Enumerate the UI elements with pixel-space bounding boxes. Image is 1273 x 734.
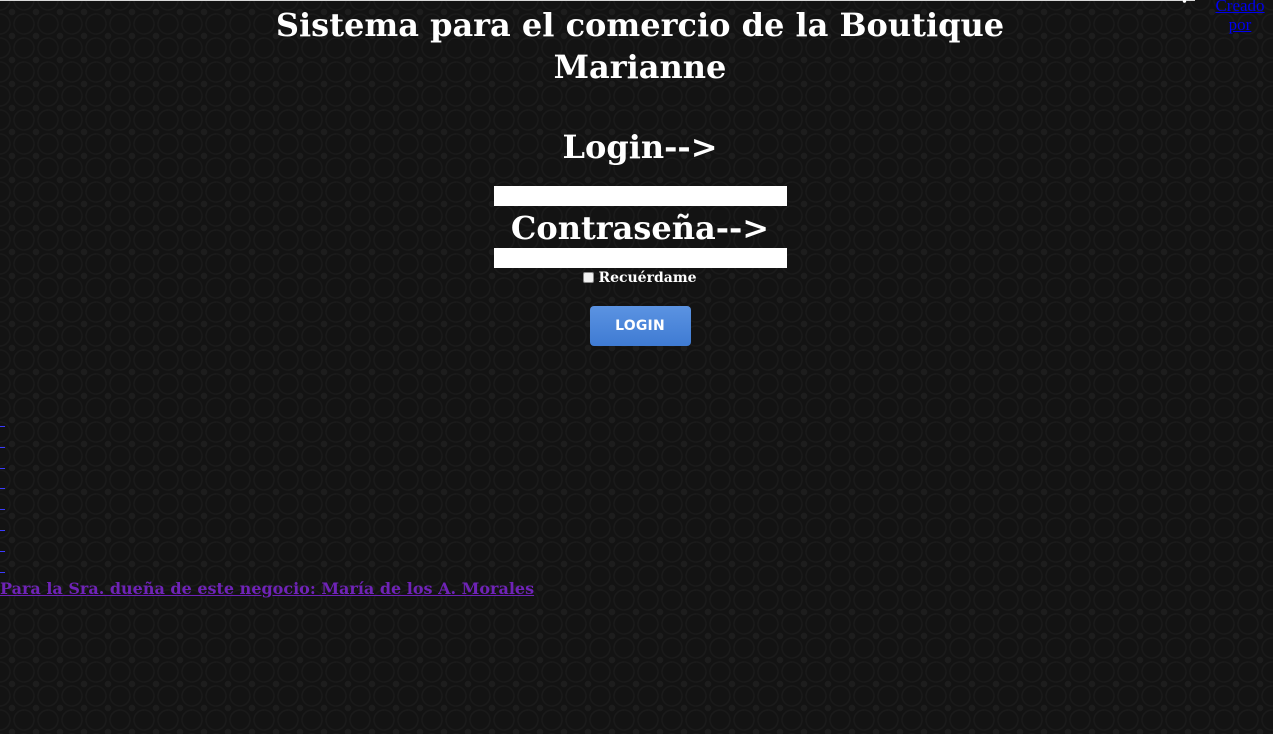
footer-link-list: _ _ _ _ _ _ _ _ (0, 418, 6, 584)
created-by-link[interactable]: Creado por (1208, 0, 1272, 34)
remember-me-row: Recuérdame (440, 269, 840, 287)
password-label: Contraseña--> (510, 209, 770, 247)
footer-dash-link[interactable]: _ (0, 418, 6, 439)
footer-dash-link[interactable]: _ (0, 460, 6, 481)
password-input[interactable] (493, 248, 787, 268)
login-input[interactable] (493, 186, 787, 206)
login-form: Login--> Contraseña--> Recuérdame LOGIN (440, 126, 840, 346)
login-label: Login--> (562, 128, 718, 166)
login-button[interactable]: LOGIN (589, 306, 691, 346)
footer-dash-link[interactable]: _ (0, 543, 6, 564)
footer-dash-link[interactable]: _ (0, 501, 6, 522)
remember-me-label: Recuérdame (598, 270, 697, 286)
remember-me-checkbox[interactable] (583, 272, 595, 283)
footer-dash-link[interactable]: _ (0, 480, 6, 501)
page-title: Sistema para el comercio de la Boutique … (275, 6, 1005, 86)
footer-dash-link[interactable]: _ (0, 439, 6, 460)
dedication-link[interactable]: Para la Sra. dueña de este negocio: Marí… (0, 578, 534, 600)
bullet-icon: • (1182, 0, 1187, 10)
footer-dash-link[interactable]: _ (0, 522, 6, 543)
top-divider-line (0, 0, 1195, 1)
